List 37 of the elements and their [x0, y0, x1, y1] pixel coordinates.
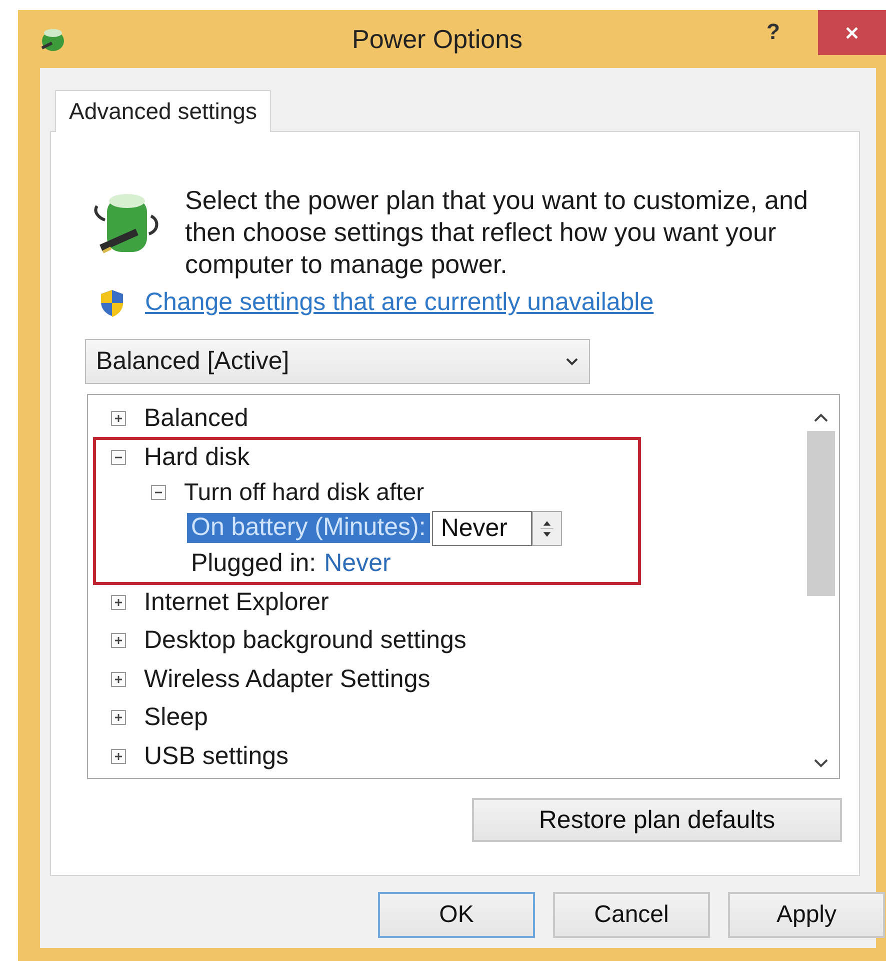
expand-icon[interactable] [111, 594, 126, 610]
tree-item[interactable]: Wireless Adapter Settings [144, 664, 430, 694]
tab[interactable]: Advanced settings [55, 90, 271, 132]
plan-dropdown[interactable]: Balanced [Active] [85, 339, 590, 384]
change-settings-link[interactable]: Change settings that are currently unavailable [145, 288, 654, 317]
expand-icon[interactable] [111, 672, 126, 687]
setting-label[interactable]: Plugged in: [187, 548, 320, 579]
dialog-button[interactable]: OK [378, 892, 535, 938]
shield-icon [99, 288, 125, 316]
tree-item[interactable]: Turn off hard disk after [184, 478, 424, 507]
dialog-button[interactable]: Cancel [553, 892, 710, 938]
help-button[interactable]: ? [766, 19, 780, 45]
close-button[interactable] [818, 10, 886, 55]
setting-value[interactable]: Never [324, 549, 391, 578]
minutes-field[interactable]: Never [432, 510, 532, 546]
scroll-down-icon[interactable] [814, 758, 828, 768]
collapse-icon[interactable] [111, 450, 126, 465]
expand-icon[interactable] [111, 710, 126, 726]
scrollbar-thumb[interactable] [807, 431, 835, 596]
close-icon[interactable] [845, 26, 859, 40]
expand-icon[interactable] [111, 748, 126, 764]
expand-icon[interactable] [111, 633, 126, 648]
restore-defaults-button[interactable]: Restore plan defaults [472, 798, 842, 842]
tree-item[interactable]: Balanced [144, 404, 248, 434]
tree-item[interactable]: Desktop background settings [144, 626, 466, 656]
tree-item[interactable]: USB settings [144, 742, 289, 771]
tree-item[interactable]: Internet Explorer [144, 588, 329, 617]
tree-item[interactable]: Hard disk [144, 442, 250, 472]
scroll-up-icon[interactable] [814, 413, 828, 423]
caret-icon[interactable] [565, 356, 579, 366]
expand-icon[interactable] [111, 411, 126, 426]
description-text: Select the power plan that you want to customize, and then choose settings that reflect how you want your computer to manage power. [185, 184, 809, 280]
dialog-button[interactable]: Apply [728, 892, 885, 938]
window-title: Power Options [351, 24, 524, 54]
spin-arrows-icon[interactable] [532, 510, 562, 546]
tree-item[interactable]: Sleep [144, 703, 208, 732]
collapse-icon[interactable] [151, 485, 166, 500]
